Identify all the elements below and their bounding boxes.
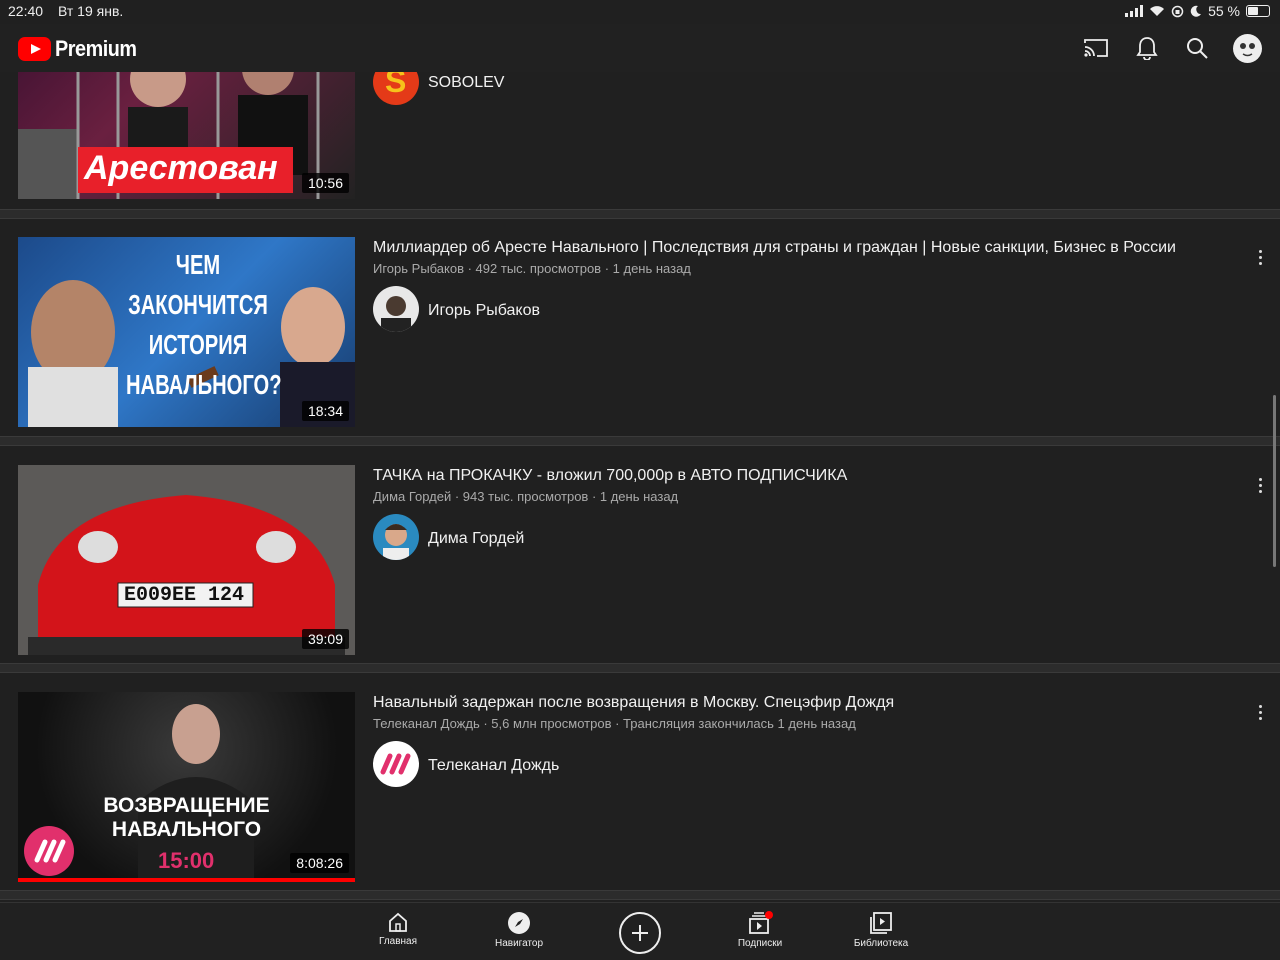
channel-name[interactable]: SOBOLEV: [428, 74, 504, 92]
channel-avatar-letter: S: [385, 72, 407, 99]
thumbnail-text-line1: ВОЗВРАЩЕНИЕ: [103, 794, 270, 817]
more-options-button[interactable]: [1252, 702, 1268, 722]
logo-text: Premium: [55, 36, 137, 61]
divider: [0, 663, 1280, 673]
more-options-button[interactable]: [1252, 475, 1268, 495]
battery-percent: 55 %: [1208, 3, 1240, 19]
channel-avatar[interactable]: [373, 514, 419, 560]
bell-icon[interactable]: [1133, 34, 1161, 62]
video-duration: 8:08:26: [290, 853, 349, 873]
account-avatar[interactable]: [1233, 34, 1262, 63]
video-duration: 10:56: [301, 173, 349, 193]
status-time: 22:40: [8, 3, 44, 19]
battery-icon: [1246, 5, 1270, 17]
compass-icon: [508, 912, 530, 934]
more-options-button[interactable]: [1252, 247, 1268, 267]
status-bar: 22:40 Вт 19 янв. 55 %: [0, 0, 1280, 24]
wifi-icon: [1150, 6, 1165, 16]
bottom-navigation: Главная Навигатор Подписки Библиотека: [0, 902, 1280, 960]
signal-icon: [1125, 5, 1144, 17]
cast-icon[interactable]: [1082, 34, 1110, 62]
nav-library-label: Библиотека: [853, 938, 909, 949]
video-title[interactable]: Навальный задержан после возвращения в М…: [373, 694, 894, 712]
divider: [0, 890, 1280, 900]
channel-avatar[interactable]: S: [373, 72, 419, 105]
nav-home-label: Главная: [378, 936, 418, 947]
thumbnail-time: 15:00: [158, 848, 215, 873]
moon-icon: [1190, 5, 1202, 17]
channel-name[interactable]: Дима Гордей: [428, 530, 524, 548]
video-title[interactable]: ТАЧКА на ПРОКАЧКУ - вложил 700,000р в АВ…: [373, 467, 847, 485]
youtube-logo-icon: [18, 37, 51, 61]
video-feed[interactable]: Арестован 10:56 S SOBOLEV ЧЕМ ЗАКОНЧИТСЯ…: [0, 72, 1280, 902]
channel-avatar[interactable]: [373, 286, 419, 332]
channel-name[interactable]: Телеканал Дождь: [428, 757, 559, 775]
scrollbar[interactable]: [1273, 395, 1276, 567]
divider: [0, 209, 1280, 219]
video-meta: Игорь Рыбаков · 492 тыс. просмотров · 1 …: [373, 261, 691, 276]
nav-subscriptions[interactable]: Подписки: [715, 911, 805, 949]
watch-progress-bar: [18, 878, 355, 882]
video-thumbnail[interactable]: ВОЗВРАЩЕНИЕ НАВАЛЬНОГО 15:00 8:08:26: [18, 692, 355, 882]
video-meta: Телеканал Дождь · 5,6 млн просмотров · Т…: [373, 716, 856, 731]
video-meta: Дима Гордей · 943 тыс. просмотров · 1 де…: [373, 489, 679, 504]
video-thumbnail[interactable]: E009EE 124 39:09: [18, 465, 355, 655]
video-title[interactable]: Миллиардер об Аресте Навального | Послед…: [373, 239, 1176, 257]
video-thumbnail[interactable]: ЧЕМ ЗАКОНЧИТСЯ ИСТОРИЯ НАВАЛЬНОГО? 18:34: [18, 237, 355, 427]
orientation-lock-icon: [1171, 5, 1184, 17]
thumbnail-text: Арестован: [84, 149, 278, 187]
status-indicators: 55 %: [1125, 3, 1270, 19]
video-duration: 39:09: [301, 629, 349, 649]
nav-library[interactable]: Библиотека: [836, 911, 926, 949]
nav-explore-label: Навигатор: [494, 938, 544, 949]
app-bar: Premium: [0, 24, 1280, 72]
library-icon: [870, 912, 892, 934]
create-button[interactable]: [619, 912, 661, 954]
nav-subscriptions-label: Подписки: [737, 938, 783, 949]
status-date: Вт 19 янв.: [58, 3, 124, 19]
license-plate-text: E009EE 124: [124, 584, 245, 607]
thumbnail-text: ЧЕМ ЗАКОНЧИТСЯ ИСТОРИЯ НАВАЛЬНОГО?: [126, 249, 282, 400]
channel-name[interactable]: Игорь Рыбаков: [428, 302, 540, 320]
search-icon[interactable]: [1183, 34, 1211, 62]
youtube-premium-logo[interactable]: Premium: [18, 36, 146, 62]
subscriptions-icon: [749, 911, 773, 934]
nav-home[interactable]: Главная: [353, 911, 443, 947]
plus-icon: [632, 925, 648, 941]
nav-explore[interactable]: Навигатор: [474, 911, 564, 949]
dozhd-logo-icon: [24, 826, 74, 876]
video-duration: 18:34: [301, 401, 349, 421]
home-icon: [389, 912, 407, 932]
divider: [0, 436, 1280, 446]
channel-avatar[interactable]: [373, 741, 419, 787]
video-thumbnail[interactable]: Арестован 10:56: [18, 72, 355, 199]
